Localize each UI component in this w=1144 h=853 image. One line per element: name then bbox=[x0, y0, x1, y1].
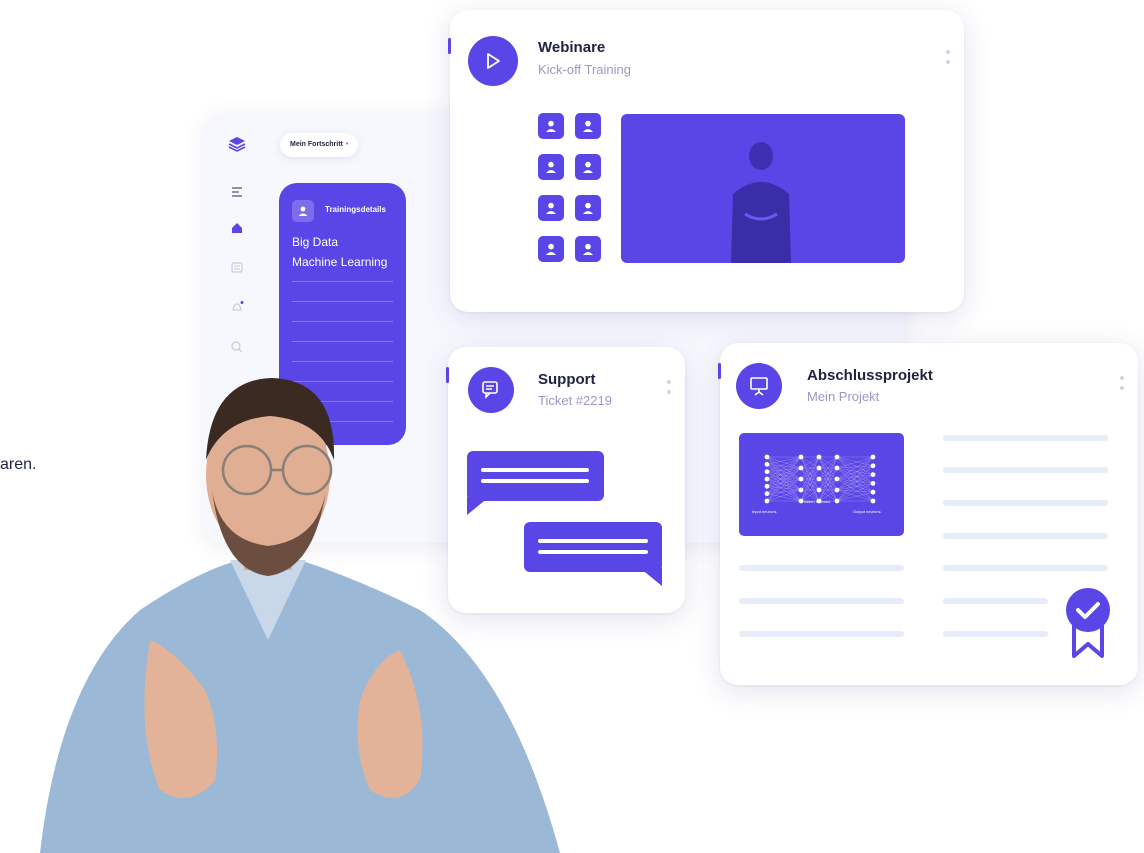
participant-thumbnail[interactable] bbox=[575, 195, 601, 221]
course-item: Machine Learning bbox=[292, 255, 388, 269]
placeholder-line bbox=[943, 631, 1048, 637]
presenter-video[interactable] bbox=[621, 114, 905, 263]
network-label: Input neurons bbox=[752, 509, 777, 514]
training-details-title: Trainingsdetails bbox=[325, 205, 386, 214]
participant-thumbnail[interactable] bbox=[575, 236, 601, 262]
bubble-tail bbox=[640, 568, 662, 586]
neural-network-graphic bbox=[764, 454, 876, 504]
network-node bbox=[816, 465, 822, 471]
network-node bbox=[870, 463, 876, 469]
network-edge bbox=[836, 456, 874, 493]
network-edge bbox=[836, 465, 874, 502]
placeholder-line bbox=[943, 598, 1048, 604]
network-label: Hidden neurons bbox=[802, 499, 831, 504]
presenter-figure bbox=[731, 142, 791, 263]
presenter-photo bbox=[40, 378, 560, 853]
network-edge bbox=[836, 456, 874, 475]
placeholder-line bbox=[943, 500, 1108, 506]
network-node bbox=[834, 476, 840, 482]
card-subtitle: Mein Projekt bbox=[807, 389, 880, 404]
accent-marker bbox=[718, 363, 721, 379]
network-edge bbox=[766, 456, 802, 465]
network-label: Output neurons bbox=[853, 509, 881, 514]
card-subtitle: Kick-off Training bbox=[538, 62, 631, 77]
network-node bbox=[798, 487, 804, 493]
network-edge bbox=[836, 483, 874, 502]
neural-network-diagram: Input neurons Hidden neurons Output neur… bbox=[739, 433, 904, 536]
network-node bbox=[798, 465, 804, 471]
placeholder-line bbox=[739, 565, 904, 571]
network-node bbox=[834, 454, 840, 460]
user-icon bbox=[292, 200, 314, 222]
participant-thumbnail[interactable] bbox=[575, 154, 601, 180]
progress-label: Mein Fortschritt bbox=[290, 141, 343, 148]
progress-pill[interactable]: Mein Fortschritt • bbox=[280, 133, 359, 157]
network-node bbox=[764, 491, 770, 497]
network-node bbox=[870, 498, 876, 504]
network-node bbox=[764, 498, 770, 504]
network-node bbox=[798, 476, 804, 482]
course-item: Big Data bbox=[292, 235, 339, 249]
network-edge bbox=[836, 465, 874, 491]
network-edge bbox=[836, 467, 874, 493]
participant-thumbnail[interactable] bbox=[538, 113, 564, 139]
network-node bbox=[870, 481, 876, 486]
accent-marker bbox=[448, 38, 451, 54]
menu-icon[interactable] bbox=[230, 185, 244, 199]
participant-thumbnail[interactable] bbox=[538, 195, 564, 221]
progress-marker: • bbox=[345, 141, 349, 148]
presentation-icon[interactable] bbox=[736, 363, 782, 409]
calendar-icon[interactable] bbox=[230, 260, 244, 274]
network-node bbox=[764, 469, 770, 475]
card-title: Webinare bbox=[538, 39, 606, 56]
participant-thumbnail[interactable] bbox=[538, 236, 564, 262]
network-node bbox=[816, 487, 822, 493]
network-node bbox=[764, 483, 770, 489]
network-node bbox=[764, 454, 770, 460]
placeholder-line bbox=[943, 435, 1108, 441]
placeholder-line bbox=[739, 598, 904, 604]
network-node bbox=[834, 465, 840, 471]
placeholder-line bbox=[943, 533, 1108, 539]
home-icon[interactable] bbox=[230, 221, 244, 235]
placeholder-line bbox=[739, 631, 904, 637]
bell-icon[interactable] bbox=[230, 300, 244, 314]
play-icon[interactable] bbox=[468, 36, 518, 86]
network-node bbox=[870, 454, 876, 460]
divider bbox=[292, 321, 393, 322]
network-edge bbox=[836, 456, 874, 466]
layers-icon[interactable] bbox=[228, 135, 246, 153]
divider bbox=[292, 341, 393, 342]
award-badge-icon bbox=[1066, 588, 1110, 658]
divider bbox=[292, 301, 393, 302]
network-node bbox=[870, 489, 876, 495]
participant-thumbnail[interactable] bbox=[575, 113, 601, 139]
card-title: Abschlussprojekt bbox=[807, 367, 933, 384]
placeholder-line bbox=[943, 565, 1108, 571]
network-node bbox=[816, 476, 822, 482]
network-node bbox=[816, 454, 822, 460]
placeholder-line bbox=[943, 467, 1108, 473]
network-node bbox=[764, 476, 770, 482]
project-card[interactable]: Abschlussprojekt Mein Projekt Input neur… bbox=[718, 343, 1138, 685]
divider bbox=[292, 281, 393, 282]
network-node bbox=[870, 472, 876, 477]
network-edge bbox=[836, 492, 874, 502]
more-options-icon[interactable] bbox=[667, 380, 671, 400]
network-node bbox=[764, 461, 770, 467]
network-node bbox=[798, 454, 804, 460]
participant-thumbnail[interactable] bbox=[538, 154, 564, 180]
network-node bbox=[834, 498, 840, 504]
more-options-icon[interactable] bbox=[1120, 376, 1124, 396]
network-node bbox=[834, 487, 840, 493]
more-options-icon[interactable] bbox=[946, 50, 950, 70]
network-edge bbox=[766, 493, 802, 502]
webinar-card[interactable]: Webinare Kick-off Training bbox=[448, 10, 964, 312]
